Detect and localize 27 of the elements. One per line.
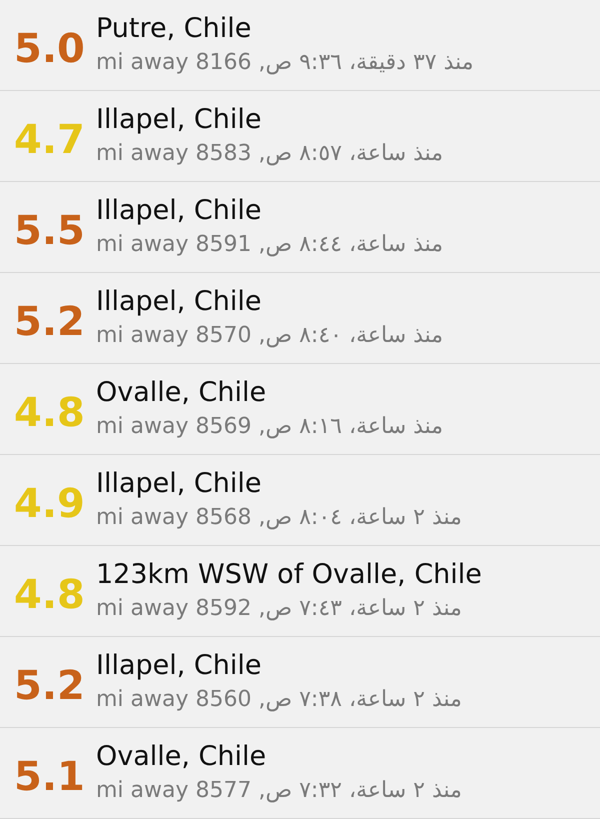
time-distance: منذ ٢ ساعة، ٧:٤٣ ص, 8592 mi away (96, 595, 463, 623)
place-name: Putre, Chile (96, 12, 252, 46)
magnitude: 5.5 (14, 211, 86, 251)
time-distance: منذ ٢ ساعة، ٨:٠٤ ص, 8568 mi away (96, 504, 462, 532)
time-distance: منذ ٣٧ دقيقة، ٩:٣٦ ص, 8166 mi away (96, 49, 474, 77)
magnitude: 4.7 (14, 120, 86, 160)
magnitude: 5.2 (14, 302, 86, 342)
time-distance: منذ ٢ ساعة، ٧:٣٨ ص, 8560 mi away (96, 686, 462, 714)
place-name: Ovalle, Chile (96, 740, 268, 774)
time-distance: منذ ساعة، ٨:١٦ ص, 8569 mi away (96, 413, 444, 441)
place-name: Illapel, Chile (96, 103, 263, 137)
magnitude: 5.2 (14, 666, 86, 706)
time-distance: منذ ساعة، ٨:٥٧ ص, 8583 mi away (96, 140, 444, 168)
place-name: 123km WSW of Ovalle, Chile (96, 558, 482, 592)
place-name: Illapel, Chile (96, 649, 263, 683)
magnitude: 4.8 (14, 575, 86, 615)
place-name: Illapel, Chile (96, 194, 263, 228)
magnitude: 4.9 (14, 484, 86, 524)
place-name: Illapel, Chile (96, 467, 263, 501)
time-distance: منذ ساعة، ٨:٤٤ ص, 8591 mi away (96, 231, 444, 259)
magnitude: 5.1 (14, 757, 86, 797)
magnitude: 4.8 (14, 393, 86, 433)
place-name: Illapel, Chile (96, 285, 263, 319)
time-distance: منذ ٢ ساعة، ٧:٣٢ ص, 8577 mi away (96, 777, 462, 805)
place-name: Ovalle, Chile (96, 376, 268, 410)
time-distance: منذ ساعة، ٨:٤٠ ص, 8570 mi away (96, 322, 444, 350)
magnitude: 5.0 (14, 29, 86, 69)
